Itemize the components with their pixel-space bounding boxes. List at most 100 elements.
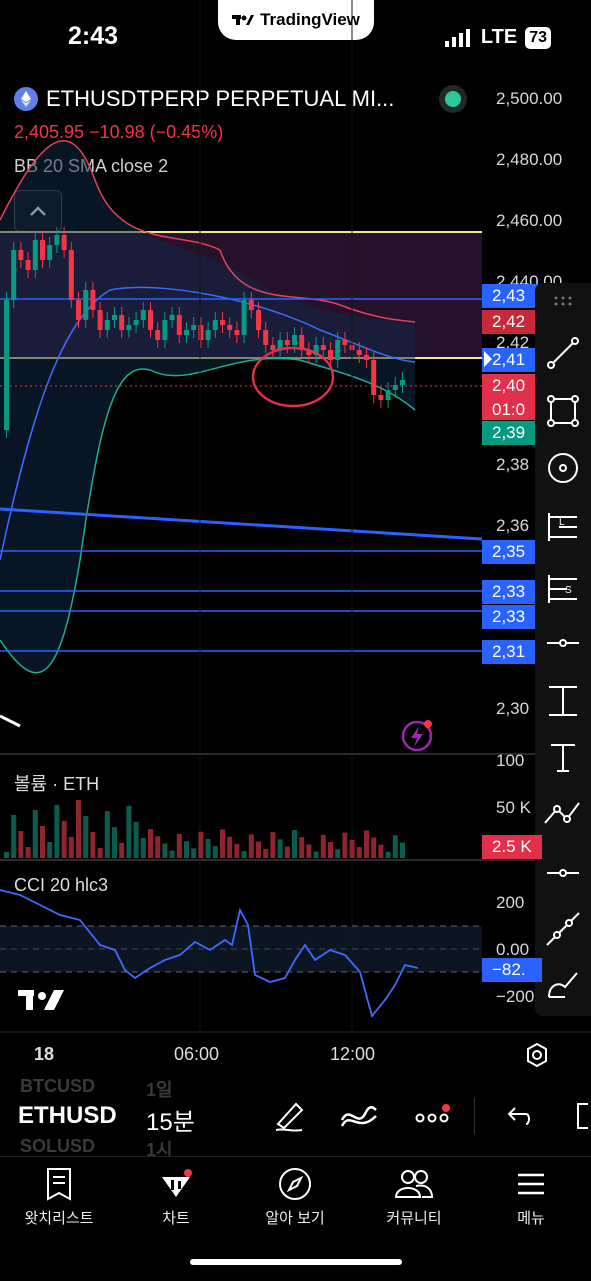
extended-line-tool[interactable] (541, 907, 585, 951)
settings-icon[interactable] (525, 1042, 549, 1068)
trend-line-tool[interactable] (541, 331, 585, 375)
volume-bar (61, 821, 67, 858)
candle-body (25, 260, 31, 270)
volume-bar (335, 849, 341, 858)
cci-axis-label: −200 (496, 987, 535, 1006)
volume-bar (227, 836, 233, 858)
cci-legend[interactable]: CCI 20 hlc3 (14, 875, 108, 896)
candle-body (263, 330, 269, 345)
symbol-toolbar: BTCUSD 1일 SOLUSD 1시 ETHUSD 15분 (0, 1076, 591, 1160)
brush-icon (548, 972, 578, 998)
candle-body (68, 250, 74, 300)
volume-bar (313, 851, 319, 858)
candle-body (54, 235, 60, 245)
rectangle-tool[interactable] (541, 389, 585, 433)
volume-bar (47, 842, 53, 858)
candle-body (227, 325, 233, 330)
volume-bar (378, 844, 384, 858)
cci-axis-label: 200 (496, 893, 525, 912)
ghost-symbol: BTCUSD (20, 1076, 95, 1096)
candle-body (392, 385, 398, 390)
volume-bar (155, 836, 161, 858)
volume-bar (68, 837, 74, 858)
candle-body (292, 335, 297, 345)
candle-body (140, 310, 146, 320)
nav-chart[interactable]: 차트 (126, 1167, 226, 1228)
volume-bar (198, 831, 204, 858)
volume-bar (119, 843, 125, 858)
short-position-tool[interactable]: S (541, 567, 585, 611)
price-tag: 2,31 (482, 640, 542, 664)
nav-community[interactable]: 커뮤니티 (364, 1167, 464, 1228)
candle-body (284, 340, 290, 345)
volume-bar (184, 841, 189, 858)
candle-body (133, 320, 139, 325)
circle-tool[interactable] (541, 446, 585, 490)
long-position-tool[interactable]: L (541, 505, 585, 549)
path-tool[interactable] (541, 791, 585, 835)
candle-body (11, 250, 17, 300)
volume-bar (270, 832, 276, 858)
time-label: 12:00 (330, 1044, 376, 1064)
volume-bar (256, 841, 261, 858)
candle-body (148, 310, 153, 330)
drawing-toolbar: L S (535, 283, 591, 1016)
interval-selector[interactable]: 15분 (146, 1102, 195, 1137)
more-icon[interactable] (414, 1104, 454, 1128)
nav-label: 차트 (162, 1210, 190, 1227)
horizontal-line-tool[interactable] (541, 621, 585, 665)
candle-body (335, 340, 341, 360)
nav-explore[interactable]: 알아 보기 (245, 1167, 345, 1228)
grip-icon (554, 296, 572, 306)
ghost-symbol: SOLUSD (20, 1136, 96, 1156)
compass-icon (279, 1168, 311, 1200)
nav-watchlist[interactable]: 왓치리스트 (9, 1167, 109, 1228)
candle-body (198, 325, 204, 340)
alert-flash-icon[interactable] (400, 718, 436, 754)
volume-bar (54, 805, 60, 858)
toolbar-divider (474, 1098, 475, 1134)
price-tag: 2,35 (482, 540, 542, 564)
nav-menu[interactable]: 메뉴 (481, 1167, 581, 1228)
nav-label: 커뮤니티 (386, 1210, 442, 1227)
nav-label: 알아 보기 (265, 1210, 325, 1227)
volume-bar (176, 834, 182, 858)
fullscreen-icon[interactable] (574, 1100, 591, 1132)
candle-body (4, 300, 9, 430)
volume-bar (306, 844, 312, 858)
indicators-icon[interactable] (340, 1100, 378, 1130)
volume-bar (328, 842, 333, 858)
chart-icon (162, 1169, 192, 1197)
brush-tool[interactable] (541, 963, 585, 1007)
text-tool[interactable] (541, 735, 585, 779)
volume-bar (76, 800, 81, 858)
candle-body (400, 380, 405, 385)
ray-tool[interactable] (541, 851, 585, 895)
home-indicator (190, 1259, 402, 1265)
candle-body (40, 240, 45, 260)
symbol-selector[interactable]: ETHUSD (18, 1102, 117, 1130)
price-tag: 2,33 (482, 605, 542, 629)
cci-axis-label: 0.00 (496, 940, 530, 959)
price-marker-icon (484, 351, 492, 367)
volume-bar (148, 829, 153, 858)
volume-bar (191, 848, 197, 858)
toolbar-drag-handle[interactable] (541, 289, 585, 313)
tradingview-watermark-icon (18, 990, 64, 1010)
candle-body (248, 300, 254, 310)
volume-legend[interactable]: 볼륨 · ETH (14, 770, 99, 796)
price-tag: 2,43 (482, 284, 542, 308)
volume-bar (342, 832, 348, 858)
volume-bar (169, 850, 175, 858)
volume-bar (104, 811, 110, 858)
candle-body (205, 330, 211, 340)
volume-bar (356, 847, 362, 858)
ghost-interval: 1일 (146, 1080, 173, 1100)
price-range-tool[interactable] (541, 679, 585, 723)
short-position-icon: S (548, 575, 577, 603)
volume-bar (385, 852, 391, 858)
volume-series (4, 800, 405, 858)
undo-icon[interactable] (504, 1102, 532, 1130)
volume-bar (40, 826, 45, 858)
draw-pen-icon[interactable] (272, 1098, 306, 1132)
